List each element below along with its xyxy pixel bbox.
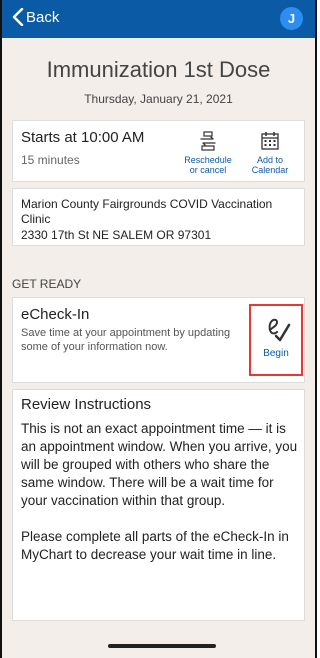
echeckin-title: eCheck-In [21, 306, 90, 323]
begin-label: Begin [263, 348, 289, 359]
reschedule-label-1: Reschedule [184, 155, 232, 165]
echeckin-description: Save time at your appointment by updatin… [21, 327, 231, 353]
nav-bar: Back J [2, 0, 315, 38]
back-button[interactable]: Back [12, 8, 59, 26]
begin-button[interactable]: Begin [249, 304, 303, 376]
calendar-label-1: Add to [256, 155, 284, 165]
home-indicator[interactable] [108, 644, 216, 648]
chevron-left-icon [12, 8, 24, 26]
review-body: This is not an exact appointment time — … [21, 420, 303, 582]
review-title: Review Instructions [21, 396, 152, 413]
bottom-area [2, 628, 315, 658]
duration: 15 minutes [21, 153, 80, 167]
echeckin-icon [268, 318, 291, 342]
review-instructions-card: Review Instructions This is not an exact… [12, 389, 305, 621]
clinic-name: Marion County Fairgrounds COVID Vaccinat… [21, 197, 273, 226]
reschedule-label-2: or cancel [189, 165, 227, 175]
phone-screen: Back J Immunization 1st Dose Thursday, J… [0, 0, 317, 658]
section-header: GET READY [12, 277, 82, 291]
review-paragraph-1: This is not an exact appointment time — … [21, 421, 298, 508]
avatar[interactable]: J [280, 7, 303, 30]
appointment-card: Starts at 10:00 AM 15 minutes Reschedule… [12, 120, 305, 182]
page-title: Immunization 1st Dose [46, 57, 271, 82]
location-card[interactable]: Marion County Fairgrounds COVID Vaccinat… [12, 188, 305, 246]
calendar-icon [261, 132, 279, 150]
reschedule-button[interactable]: Reschedule or cancel [179, 131, 237, 175]
echeckin-card[interactable]: eCheck-In Save time at your appointment … [12, 297, 305, 383]
calendar-label-2: Calendar [251, 165, 289, 175]
start-time: Starts at 10:00 AM [21, 129, 145, 146]
clinic-address: 2330 17th St NE SALEM OR 97301 [21, 228, 212, 242]
reschedule-icon [200, 131, 216, 151]
appointment-date: Thursday, January 21, 2021 [84, 92, 233, 106]
back-label: Back [26, 8, 60, 26]
review-paragraph-2: Please complete all parts of the eCheck-… [21, 529, 289, 562]
add-to-calendar-button[interactable]: Add to Calendar [241, 131, 299, 175]
